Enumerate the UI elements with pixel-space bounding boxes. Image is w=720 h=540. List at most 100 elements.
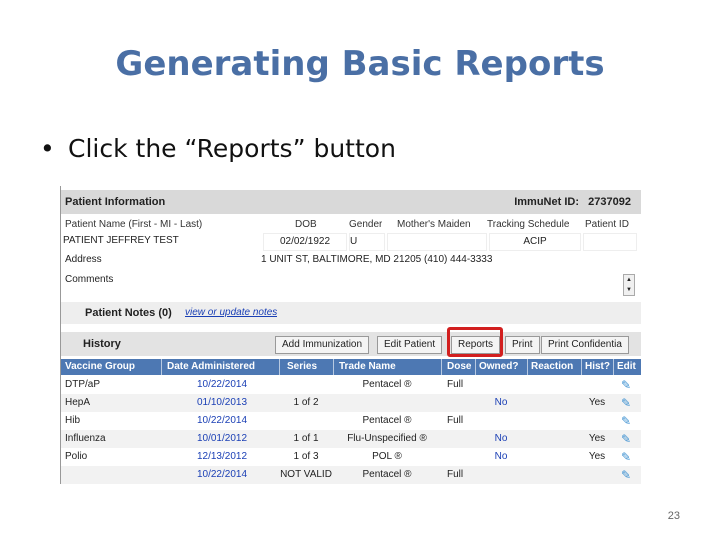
patient-labels-row: Patient Name (First - MI - Last) DOB Gen…: [61, 218, 641, 232]
dose-cell: [447, 430, 475, 448]
series-cell: 1 of 1: [293, 433, 319, 444]
reaction-cell: [527, 412, 581, 430]
history-toolbar: History Add Immunization Edit Patient Re…: [61, 332, 641, 356]
vaccine-group-cell: Influenza: [65, 433, 106, 444]
trade-name-cell: Pentacel ®: [362, 379, 412, 390]
vaccine-group-cell: Polio: [65, 451, 88, 462]
view-notes-link[interactable]: view or update notes: [185, 302, 277, 324]
reaction-cell: [527, 394, 581, 412]
table-row: HepA 01/10/2013 1 of 2 No Yes ✎: [61, 394, 641, 412]
date-cell[interactable]: 10/22/2014: [167, 466, 277, 484]
table-row: Influenza 10/01/2012 1 of 1 Flu-Unspecified…: [61, 430, 641, 448]
gender-label: Gender: [349, 219, 383, 230]
immunet-id-value: 2737092: [588, 196, 631, 208]
trade-name-cell: Pentacel ®: [362, 415, 412, 426]
table-row: Hib 10/22/2014 Pentacel ® Full ✎: [61, 412, 641, 430]
vaccine-group-cell: Hib: [65, 415, 81, 426]
table-row: Polio 12/13/2012 1 of 3 POL ® No Yes ✎: [61, 448, 641, 466]
hist-cell: [581, 376, 613, 394]
comments-row: Comments: [61, 272, 641, 296]
col-series: Series: [287, 361, 318, 372]
date-cell[interactable]: 10/22/2014: [167, 412, 277, 430]
page-number: 23: [667, 510, 680, 522]
dose-cell: [447, 394, 475, 412]
syringe-icon[interactable]: ✎: [621, 448, 637, 466]
print-confidential-button[interactable]: Print Confidentia: [541, 336, 629, 354]
comments-label: Comments: [65, 274, 114, 285]
add-immunization-button[interactable]: Add Immunization: [275, 336, 370, 354]
scroll-arrows-icon[interactable]: ▲ ▼: [623, 274, 635, 296]
tracking-value: ACIP: [489, 233, 581, 251]
patient-values-row: PATIENT JEFFREY TEST 02/02/1922 U ACIP: [61, 233, 641, 251]
history-title: History: [83, 338, 121, 350]
reaction-cell: [527, 466, 581, 484]
print-button[interactable]: Print: [505, 336, 540, 354]
series-cell: NOT VALID: [280, 469, 332, 480]
screenshot-panel: Patient Information ImmuNet ID: 2737092 …: [60, 186, 641, 484]
date-cell[interactable]: 10/22/2014: [167, 376, 277, 394]
owned-cell[interactable]: No: [475, 430, 527, 448]
edit-patient-button[interactable]: Edit Patient: [377, 336, 443, 354]
hist-cell: [581, 466, 613, 484]
patient-notes-title: Patient Notes (0): [85, 307, 172, 319]
reaction-cell: [527, 376, 581, 394]
series-cell: [279, 412, 333, 430]
series-cell: 1 of 3: [293, 451, 319, 462]
gender-value: U: [349, 233, 385, 251]
address-row: Address 1 UNIT ST, BALTIMORE, MD 21205 (…: [61, 252, 641, 268]
owned-cell[interactable]: [475, 376, 527, 394]
syringe-icon[interactable]: ✎: [621, 412, 637, 430]
immunet-id-label: ImmuNet ID:: [514, 196, 579, 208]
date-cell[interactable]: 10/01/2012: [167, 430, 277, 448]
series-cell: [279, 376, 333, 394]
vaccine-group-cell: HepA: [65, 397, 91, 408]
syringe-icon[interactable]: ✎: [621, 394, 637, 412]
date-cell[interactable]: 01/10/2013: [167, 394, 277, 412]
patient-info-title: Patient Information: [65, 196, 166, 208]
hist-cell: Yes: [588, 433, 606, 444]
reaction-cell: [527, 430, 581, 448]
col-edit: Edit: [617, 361, 636, 372]
trade-name-cell: Flu-Unspecified ®: [347, 433, 427, 444]
owned-cell[interactable]: [475, 466, 527, 484]
vaccine-group-cell: [65, 466, 161, 484]
series-cell: 1 of 2: [293, 397, 319, 408]
col-trade-name: Trade Name: [339, 361, 396, 372]
patient-id-label: Patient ID: [585, 219, 629, 230]
dob-value: 02/02/1922: [263, 233, 347, 251]
reaction-cell: [527, 448, 581, 466]
dose-cell: Full: [447, 469, 464, 480]
hist-cell: [581, 412, 613, 430]
hist-cell: Yes: [588, 451, 606, 462]
hist-cell: Yes: [588, 397, 606, 408]
patient-notes-bar: Patient Notes (0) view or update notes: [61, 302, 641, 324]
address-label: Address: [65, 254, 102, 265]
table-row: DTP/aP 10/22/2014 Pentacel ® Full ✎: [61, 376, 641, 394]
owned-cell[interactable]: No: [475, 394, 527, 412]
syringe-icon[interactable]: ✎: [621, 376, 637, 394]
patient-id-value: [583, 233, 637, 251]
syringe-icon[interactable]: ✎: [621, 466, 637, 484]
history-table-header: Vaccine Group Date Administered Series T…: [61, 359, 641, 375]
patient-info-header: Patient Information ImmuNet ID: 2737092: [61, 190, 641, 214]
reports-highlight-box: [447, 327, 503, 357]
bullet-dot-icon: •: [40, 134, 55, 163]
owned-cell[interactable]: No: [475, 448, 527, 466]
col-dose: Dose: [447, 361, 472, 372]
syringe-icon[interactable]: ✎: [621, 430, 637, 448]
owned-cell[interactable]: [475, 412, 527, 430]
trade-name-cell: [333, 394, 441, 412]
col-vaccine-group: Vaccine Group: [65, 361, 136, 372]
dose-cell: [447, 448, 475, 466]
vaccine-group-cell: DTP/aP: [65, 379, 101, 390]
patient-name-value: PATIENT JEFFREY TEST: [63, 235, 179, 246]
name-label: Patient Name (First - MI - Last): [65, 219, 203, 230]
bullet-text: Click the “Reports” button: [68, 134, 396, 163]
address-value: 1 UNIT ST, BALTIMORE, MD 21205 (410) 444…: [261, 254, 493, 265]
slide-title: Generating Basic Reports: [115, 44, 605, 84]
immunet-id: ImmuNet ID: 2737092: [514, 190, 631, 214]
dob-label: DOB: [295, 219, 317, 230]
maiden-label: Mother's Maiden: [397, 219, 471, 230]
dose-cell: Full: [447, 379, 464, 390]
date-cell[interactable]: 12/13/2012: [167, 448, 277, 466]
